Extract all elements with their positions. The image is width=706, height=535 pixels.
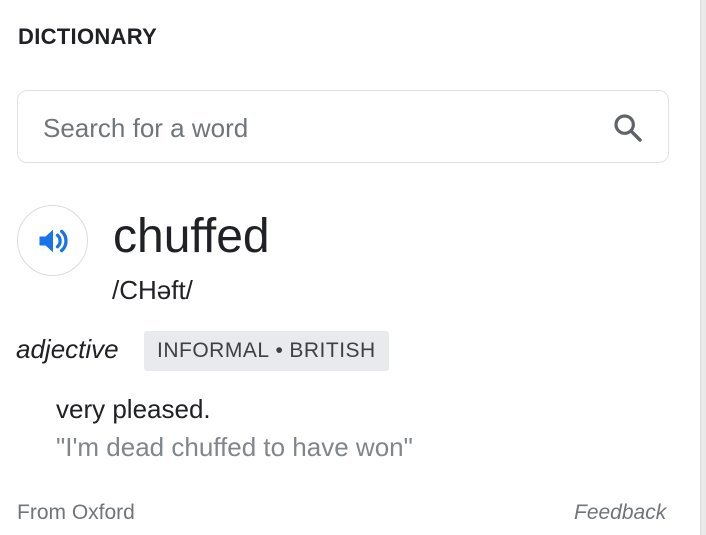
source-attribution: From Oxford bbox=[17, 501, 135, 524]
example-sentence: "I'm dead chuffed to have won" bbox=[56, 432, 413, 462]
usage-tags: INFORMAL • BRITISH bbox=[144, 331, 389, 371]
tag-separator: • bbox=[275, 339, 284, 362]
speaker-icon bbox=[39, 229, 68, 253]
dictionary-panel: DICTIONARY Search for a word chuffed /CH… bbox=[0, 0, 700, 535]
pronunciation-audio-button[interactable] bbox=[17, 205, 88, 276]
feedback-link[interactable]: Feedback bbox=[574, 501, 666, 525]
search-icon[interactable] bbox=[612, 112, 644, 144]
tag-british: BRITISH bbox=[289, 339, 376, 362]
panel-title: DICTIONARY bbox=[18, 24, 158, 49]
phonetic-spelling: /CHəft/ bbox=[112, 275, 193, 305]
tag-informal: INFORMAL bbox=[157, 339, 270, 362]
panel-border bbox=[700, 0, 706, 535]
part-of-speech: adjective bbox=[16, 334, 119, 364]
headword: chuffed bbox=[113, 210, 270, 263]
definition-text: very pleased. bbox=[56, 394, 211, 424]
search-box[interactable]: Search for a word bbox=[17, 90, 669, 163]
search-input[interactable]: Search for a word bbox=[43, 113, 248, 144]
